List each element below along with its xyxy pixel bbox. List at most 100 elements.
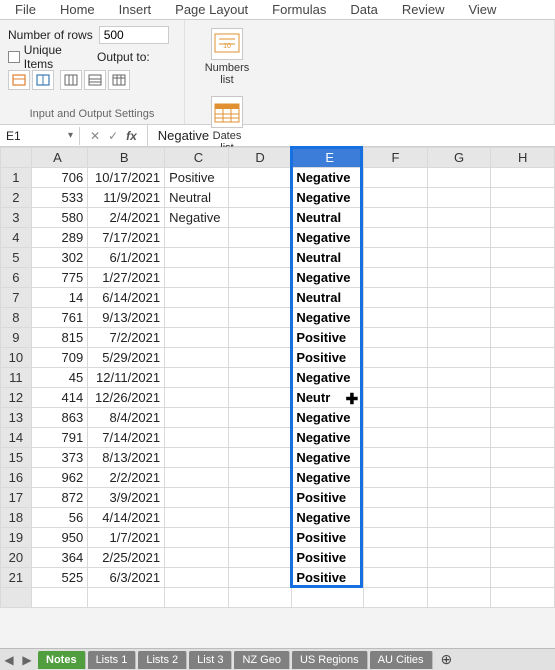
cell[interactable]: [165, 488, 229, 508]
cell[interactable]: [228, 568, 292, 588]
output-icon-4[interactable]: [84, 70, 106, 90]
confirm-icon[interactable]: ✓: [108, 129, 118, 143]
cell[interactable]: 2/2/2021: [88, 468, 165, 488]
cell[interactable]: [165, 468, 229, 488]
cell[interactable]: [364, 448, 428, 468]
cell[interactable]: 302: [31, 248, 87, 268]
cell[interactable]: 815: [31, 328, 87, 348]
row-header[interactable]: 2: [1, 188, 32, 208]
row-header[interactable]: 10: [1, 348, 32, 368]
cell[interactable]: 525: [31, 568, 87, 588]
cell[interactable]: [491, 528, 555, 548]
cell[interactable]: [427, 468, 491, 488]
tab-home[interactable]: Home: [48, 0, 107, 19]
tab-view[interactable]: View: [456, 0, 508, 19]
cell[interactable]: [491, 328, 555, 348]
cell[interactable]: 775: [31, 268, 87, 288]
cell[interactable]: 962: [31, 468, 87, 488]
cell[interactable]: [165, 268, 229, 288]
cell[interactable]: 7/14/2021: [88, 428, 165, 448]
cell[interactable]: 7/17/2021: [88, 228, 165, 248]
cell[interactable]: 5/29/2021: [88, 348, 165, 368]
cell[interactable]: Positive: [292, 348, 364, 368]
name-box-dropdown-icon[interactable]: ▾: [68, 130, 73, 141]
cell[interactable]: [427, 248, 491, 268]
cell[interactable]: 950: [31, 528, 87, 548]
cell[interactable]: 2/25/2021: [88, 548, 165, 568]
cell[interactable]: 3/9/2021: [88, 488, 165, 508]
cell[interactable]: Neutral: [292, 208, 364, 228]
cell[interactable]: Negative: [292, 508, 364, 528]
col-header-H[interactable]: H: [491, 148, 555, 168]
cell[interactable]: [364, 348, 428, 368]
row-header[interactable]: 15: [1, 448, 32, 468]
cell[interactable]: [364, 568, 428, 588]
cell[interactable]: [165, 408, 229, 428]
sheet-tab-lists-1[interactable]: Lists 1: [88, 651, 137, 669]
cell[interactable]: 7/2/2021: [88, 328, 165, 348]
cell[interactable]: [364, 208, 428, 228]
cell[interactable]: 863: [31, 408, 87, 428]
cell[interactable]: [165, 568, 229, 588]
cell[interactable]: 12/11/2021: [88, 368, 165, 388]
cell[interactable]: [427, 328, 491, 348]
cell[interactable]: [427, 228, 491, 248]
cell[interactable]: 706: [31, 168, 87, 188]
row-header[interactable]: 13: [1, 408, 32, 428]
cell[interactable]: [364, 168, 428, 188]
cell[interactable]: [427, 548, 491, 568]
cell[interactable]: [364, 468, 428, 488]
gen-button-numbers-list[interactable]: 10Numberslist: [199, 28, 255, 86]
cell[interactable]: Positive: [165, 168, 229, 188]
cell[interactable]: Negative: [292, 368, 364, 388]
cell[interactable]: [427, 348, 491, 368]
cell[interactable]: [165, 368, 229, 388]
cell[interactable]: [165, 308, 229, 328]
cell[interactable]: Negative: [292, 448, 364, 468]
cell[interactable]: [228, 348, 292, 368]
cell[interactable]: [228, 228, 292, 248]
cell[interactable]: [491, 288, 555, 308]
cell[interactable]: [228, 288, 292, 308]
cell[interactable]: 1/7/2021: [88, 528, 165, 548]
cell[interactable]: Neutral: [292, 288, 364, 308]
cell[interactable]: [228, 428, 292, 448]
col-header-D[interactable]: D: [228, 148, 292, 168]
cell[interactable]: [427, 508, 491, 528]
cell[interactable]: [364, 248, 428, 268]
cell[interactable]: [165, 508, 229, 528]
cell[interactable]: [88, 588, 165, 608]
cell[interactable]: 12/26/2021: [88, 388, 165, 408]
cell[interactable]: [427, 308, 491, 328]
cell[interactable]: Negative: [165, 208, 229, 228]
cell[interactable]: [165, 448, 229, 468]
cell[interactable]: [364, 228, 428, 248]
row-header[interactable]: 1: [1, 168, 32, 188]
cell[interactable]: [427, 268, 491, 288]
cell[interactable]: [364, 268, 428, 288]
add-sheet-button[interactable]: ⊕: [433, 651, 461, 668]
col-header-C[interactable]: C: [165, 148, 229, 168]
cell[interactable]: [491, 248, 555, 268]
cell[interactable]: [364, 428, 428, 448]
cell[interactable]: [364, 308, 428, 328]
sheet-nav-next[interactable]: ▶: [18, 653, 36, 667]
tab-page-layout[interactable]: Page Layout: [163, 0, 260, 19]
tab-data[interactable]: Data: [338, 0, 389, 19]
cell[interactable]: 872: [31, 488, 87, 508]
fx-icon[interactable]: fx: [126, 129, 137, 143]
cell[interactable]: 9/13/2021: [88, 308, 165, 328]
cell[interactable]: [228, 408, 292, 428]
sheet-tab-notes[interactable]: Notes: [38, 651, 86, 669]
formula-bar[interactable]: Negative: [148, 126, 555, 145]
cell[interactable]: [292, 588, 364, 608]
col-header-F[interactable]: F: [364, 148, 428, 168]
cell[interactable]: Negative: [292, 428, 364, 448]
cell[interactable]: 8/13/2021: [88, 448, 165, 468]
cell[interactable]: [165, 248, 229, 268]
cell[interactable]: [165, 388, 229, 408]
cell[interactable]: Neutral: [292, 248, 364, 268]
row-header[interactable]: 4: [1, 228, 32, 248]
cell[interactable]: [491, 348, 555, 368]
cell[interactable]: [228, 328, 292, 348]
